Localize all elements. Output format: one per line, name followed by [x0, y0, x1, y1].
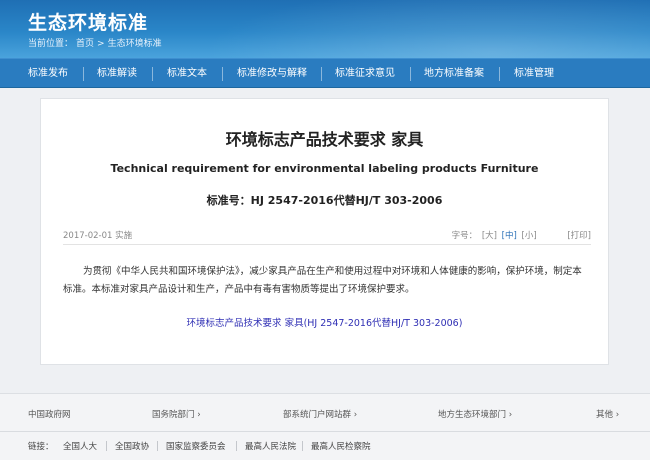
site-header: 生态环境标准 当前位置： 首页 > 生态环境标准	[0, 0, 650, 58]
breadcrumb-home-link[interactable]: 首页	[76, 39, 94, 49]
footer-links-label: 链接：	[28, 442, 54, 452]
article-panel: 环境标志产品技术要求 家具 Technical requirement for …	[40, 98, 609, 365]
footer-ministry-sites[interactable]: 部系统门户网站群 ›	[283, 408, 357, 420]
footer-links-row: 链接： 全国人大 全国政协 国家监察委员会 最高人民法院 最高人民检察院	[0, 432, 650, 460]
nav-separator	[152, 67, 153, 81]
footer-link-supervision[interactable]: 国家监察委员会	[166, 440, 226, 452]
site-footer: 中国政府网 国务院部门 › 部系统门户网站群 › 地方生态环境部门 › 其他 ›…	[0, 393, 650, 460]
footer-link-separator	[236, 441, 237, 451]
nav-separator	[83, 67, 84, 81]
footer-others[interactable]: 其他 ›	[596, 408, 619, 420]
footer-link-separator	[106, 441, 107, 451]
nav-separator	[499, 67, 500, 81]
article-title: 环境标志产品技术要求 家具	[225, 130, 424, 149]
breadcrumb-current[interactable]: 生态环境标准	[108, 39, 162, 49]
footer-link-separator	[302, 441, 303, 451]
footer-link-procuratorate[interactable]: 最高人民检察院	[311, 440, 371, 452]
article-subtitle: Technical requirement for environmental …	[110, 162, 539, 175]
nav-item-standard-management[interactable]: 标准管理	[514, 59, 554, 89]
main-nav: 标准发布 标准解读 标准文本 标准修改与解释 标准征求意见 地方标准备案 标准管…	[0, 58, 650, 88]
footer-link-npc[interactable]: 全国人大	[63, 440, 97, 452]
font-size-controls: 字号： [大] [中] [小] [打印]	[450, 229, 591, 241]
nav-separator	[222, 67, 223, 81]
print-button[interactable]: [打印]	[567, 231, 591, 241]
nav-separator	[410, 67, 411, 81]
footer-local-depts[interactable]: 地方生态环境部门 ›	[438, 408, 512, 420]
site-title: 生态环境标准	[28, 12, 149, 34]
document-download-link[interactable]: 环境标志产品技术要求 家具(HJ 2547-2016代替HJ/T 303-200…	[41, 315, 608, 329]
font-size-large-button[interactable]: [大]	[482, 231, 497, 241]
footer-link-separator	[157, 441, 158, 451]
breadcrumb: 当前位置： 首页 > 生态环境标准	[28, 36, 165, 49]
standard-number: 标准号：HJ 2547-2016代替HJ/T 303-2006	[206, 194, 443, 207]
footer-link-cppcc[interactable]: 全国政协	[115, 440, 149, 452]
font-size-small-button[interactable]: [小]	[522, 231, 537, 241]
nav-item-standard-interpretation[interactable]: 标准解读	[97, 59, 137, 89]
nav-item-standard-release[interactable]: 标准发布	[28, 59, 68, 89]
nav-item-standard-text[interactable]: 标准文本	[167, 59, 207, 89]
nav-item-standard-comments[interactable]: 标准征求意见	[335, 59, 395, 89]
nav-separator	[321, 67, 322, 81]
footer-directory-row: 中国政府网 国务院部门 › 部系统门户网站群 › 地方生态环境部门 › 其他 ›	[0, 394, 650, 432]
footer-state-council-depts[interactable]: 国务院部门 ›	[152, 408, 201, 420]
footer-link-supreme-court[interactable]: 最高人民法院	[245, 440, 296, 452]
font-size-label: 字号：	[451, 231, 478, 241]
breadcrumb-prefix: 当前位置：	[28, 39, 74, 49]
nav-item-standard-amendment[interactable]: 标准修改与解释	[237, 59, 307, 89]
nav-item-local-standard-filing[interactable]: 地方标准备案	[424, 59, 484, 89]
footer-gov-site[interactable]: 中国政府网	[28, 408, 71, 420]
breadcrumb-separator: >	[97, 39, 105, 49]
font-size-medium-button[interactable]: [中]	[502, 231, 517, 241]
article-meta: 2017-02-01 实施 字号： [大] [中] [小] [打印]	[63, 225, 591, 245]
article-paragraph: 为贯彻《中华人民共和国环境保护法》，减少家具产品在生产和使用过程中对环境和人体健…	[63, 266, 582, 295]
article-date: 2017-02-01 实施	[63, 231, 133, 241]
